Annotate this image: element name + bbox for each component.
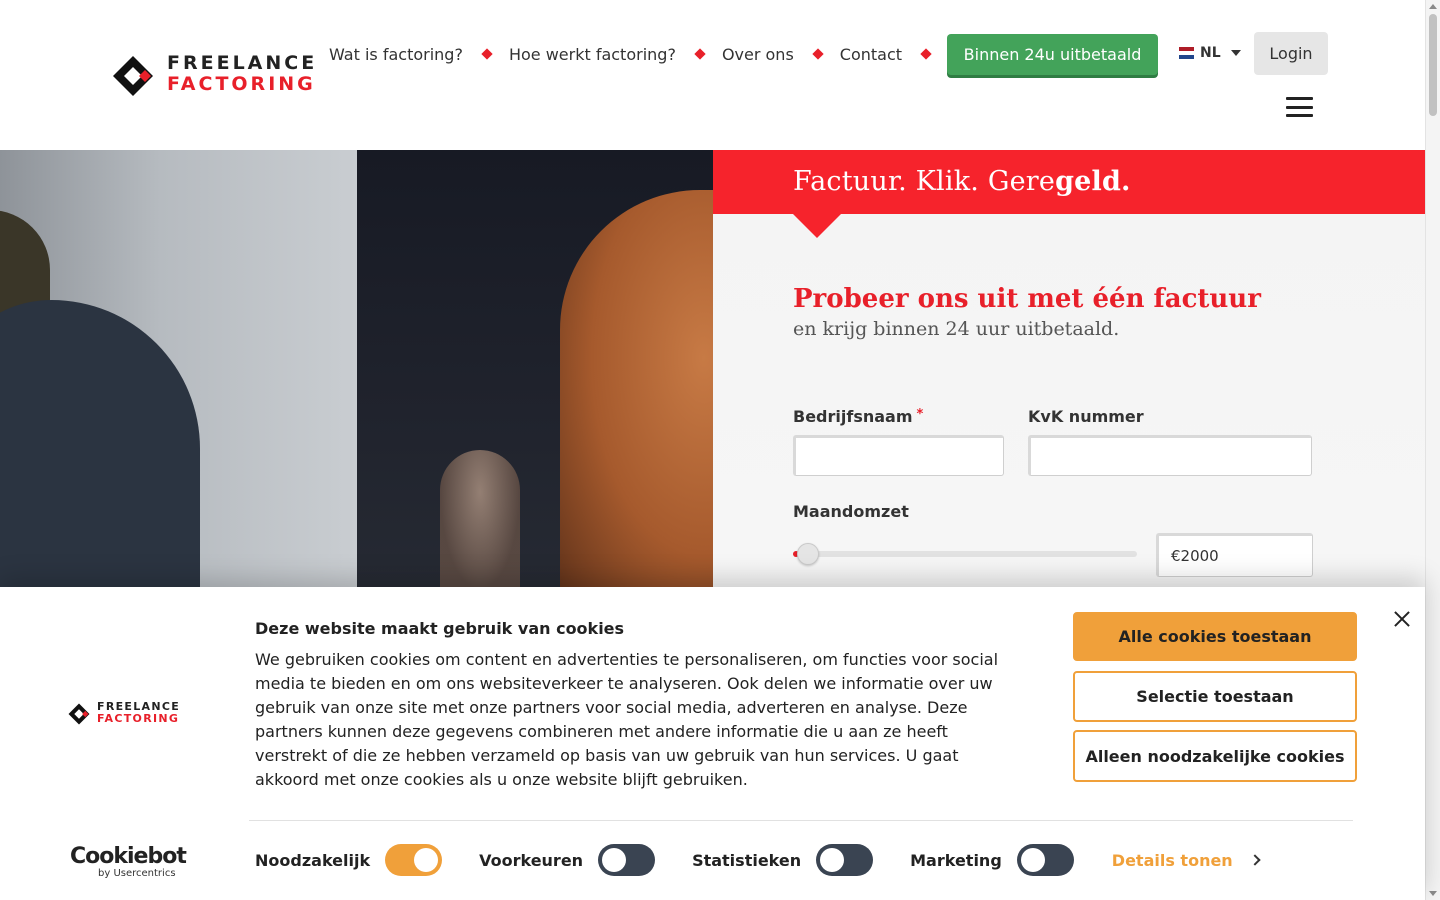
- toggle-statistieken: Statistieken: [692, 844, 874, 876]
- company-name-input[interactable]: [793, 435, 1004, 476]
- cookie-banner-text: We gebruiken cookies om content en adver…: [255, 650, 999, 789]
- language-label: NL: [1200, 45, 1221, 61]
- signup-panel: Factuur. Klik. Geregeld. Probeer ons uit…: [713, 150, 1425, 587]
- nav-link-hoe-werkt-factoring[interactable]: Hoe werkt factoring?: [509, 45, 676, 64]
- cookie-banner-title: Deze website maakt gebruik van cookies: [255, 619, 625, 638]
- logo-line2: FACTORING: [167, 73, 316, 95]
- toggle-marketing: Marketing: [910, 844, 1074, 876]
- caret-down-icon: [1230, 50, 1241, 56]
- nav-separator-diamond-icon: [694, 48, 706, 60]
- main-nav: Wat is factoring? Hoe werkt factoring? O…: [329, 42, 948, 66]
- slider-handle[interactable]: [797, 543, 819, 565]
- logo-diamond-icon: [68, 703, 90, 725]
- kvk-number-input[interactable]: [1028, 435, 1312, 476]
- toggle-switch[interactable]: [385, 844, 443, 876]
- hamburger-menu-icon[interactable]: [1286, 97, 1313, 117]
- revenue-amount: 2000: [1180, 547, 1219, 565]
- chevron-right-icon: [1249, 854, 1261, 866]
- company-name-label: Bedrijfsnaam *: [793, 407, 924, 426]
- required-marker: *: [916, 407, 924, 422]
- nav-separator-diamond-icon: [481, 48, 493, 60]
- scroll-down-arrow-icon[interactable]: [1429, 891, 1437, 896]
- toggle-noodzakelijk: Noodzakelijk: [255, 844, 443, 876]
- nav-link-over-ons[interactable]: Over ons: [722, 45, 794, 64]
- allow-all-cookies-button[interactable]: Alle cookies toestaan: [1073, 612, 1357, 661]
- slogan: Factuur. Klik. Geregeld.: [793, 166, 1131, 197]
- cookie-category-toggles: Noodzakelijk Voorkeuren Statistieken Mar…: [255, 844, 1261, 876]
- cta-payout-button[interactable]: Binnen 24u uitbetaald: [947, 34, 1158, 75]
- close-icon[interactable]: [1392, 609, 1412, 629]
- divider: [249, 820, 1353, 821]
- page-scrollbar[interactable]: [1425, 0, 1440, 900]
- language-selector[interactable]: NL: [1179, 45, 1241, 61]
- form-subtitle: en krijg binnen 24 uur uitbetaald.: [793, 318, 1120, 340]
- hero-photo: [0, 150, 713, 587]
- login-button[interactable]: Login: [1254, 32, 1328, 75]
- scroll-up-arrow-icon[interactable]: [1429, 4, 1437, 9]
- nl-flag-icon: [1179, 47, 1194, 59]
- monthly-revenue-label: Maandomzet: [793, 502, 909, 521]
- site-header: FREELANCE FACTORING Wat is factoring? Ho…: [0, 0, 1425, 150]
- slogan-band: Factuur. Klik. Geregeld.: [713, 150, 1425, 238]
- cookiebot-logo[interactable]: Cookiebot by Usercentrics: [70, 846, 187, 880]
- logo-diamond-icon: [113, 56, 153, 96]
- toggle-switch[interactable]: [816, 844, 874, 876]
- toggle-voorkeuren: Voorkeuren: [479, 844, 656, 876]
- site-logo[interactable]: FREELANCE FACTORING: [112, 53, 314, 97]
- monthly-revenue-slider[interactable]: [793, 543, 1137, 565]
- logo-wordmark: FREELANCE FACTORING: [167, 53, 317, 95]
- toggle-switch[interactable]: [1016, 844, 1074, 876]
- monthly-revenue-input[interactable]: €2000: [1156, 533, 1313, 577]
- show-details-link[interactable]: Details tonen: [1112, 851, 1261, 870]
- logo-line1: FREELANCE: [167, 52, 318, 74]
- nav-link-wat-is-factoring[interactable]: Wat is factoring?: [329, 45, 463, 64]
- cookie-consent-banner: FREELANCE FACTORING Deze website maakt g…: [0, 587, 1425, 900]
- currency-symbol: €: [1171, 547, 1181, 565]
- kvk-number-label: KvK nummer: [1028, 407, 1144, 426]
- toggle-switch[interactable]: [598, 844, 656, 876]
- allow-selection-button[interactable]: Selectie toestaan: [1073, 671, 1357, 722]
- nav-separator-diamond-icon: [812, 48, 824, 60]
- form-title: Probeer ons uit met één factuur: [793, 284, 1261, 314]
- cookie-banner-logo: FREELANCE FACTORING: [68, 701, 179, 727]
- necessary-cookies-only-button[interactable]: Alleen noodzakelijke cookies: [1073, 730, 1357, 782]
- scrollbar-thumb[interactable]: [1429, 14, 1437, 116]
- nav-separator-diamond-icon: [920, 48, 932, 60]
- nav-link-contact[interactable]: Contact: [840, 45, 902, 64]
